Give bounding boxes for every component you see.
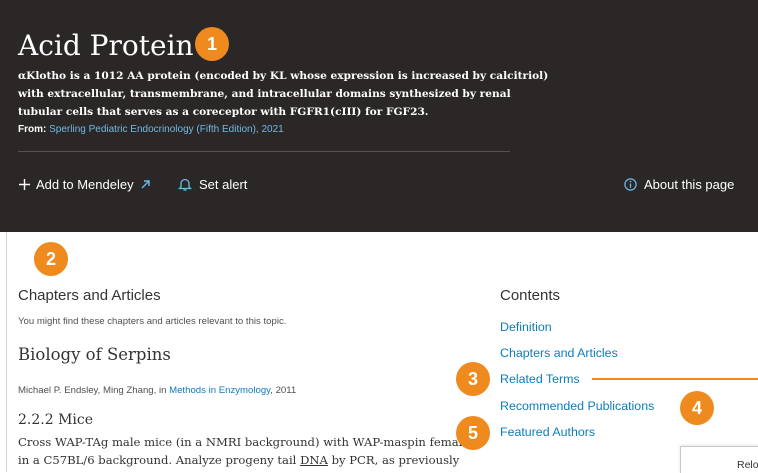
article-authors: Michael P. Endsley, Ming Zhang, in: [18, 385, 167, 396]
source-book-link[interactable]: Sperling Pediatric Endocrinology (Fifth …: [49, 124, 284, 135]
definition-line: tubular cells that serves as a corecepto…: [18, 106, 429, 118]
contents-link-chapters[interactable]: Chapters and Articles: [500, 346, 618, 360]
article-title-link[interactable]: Biology of Serpins: [18, 345, 171, 364]
about-this-page-button[interactable]: About this page: [624, 177, 734, 192]
definition-source: From: Sperling Pediatric Endocrinology (…: [18, 124, 284, 135]
section-heading: Chapters and Articles: [18, 287, 161, 304]
definition-line: αKlotho is a 1012 AA protein (encoded by…: [18, 70, 549, 82]
annotation-badge: 5: [456, 416, 490, 450]
excerpt-text: in a C57BL/6 background. Analyze progeny…: [18, 453, 297, 467]
excerpt-text: by PCR, as previously: [331, 453, 460, 467]
annotation-pointer-line: [592, 378, 758, 380]
add-to-mendeley-button[interactable]: Add to Mendeley: [18, 177, 151, 192]
article-source-link[interactable]: Methods in Enzymology: [169, 385, 270, 396]
topic-definition: αKlotho is a 1012 AA protein (encoded by…: [18, 67, 549, 121]
page-title: Acid Protein: [18, 29, 194, 62]
add-to-mendeley-label: Add to Mendeley: [36, 177, 134, 192]
definition-line: with extracellular, transmembrane, and i…: [18, 88, 511, 100]
floating-panel[interactable]: Relo: [680, 446, 758, 473]
annotation-badge: 2: [34, 242, 68, 276]
contents-link-definition[interactable]: Definition: [500, 320, 552, 334]
article-subsection-title: 2.2.2 Mice: [18, 412, 94, 428]
plus-icon: [19, 179, 30, 190]
set-alert-label: Set alert: [199, 177, 248, 192]
article-excerpt: Cross WAP-TAg male mice (in a NMRI backg…: [18, 433, 478, 469]
topic-header: Acid Protein αKlotho is a 1012 AA protei…: [0, 0, 758, 232]
annotation-badge: 4: [680, 391, 714, 425]
bell-icon: [178, 178, 192, 191]
article-byline: Michael P. Endsley, Ming Zhang, in Metho…: [18, 385, 296, 396]
contents-heading: Contents: [500, 287, 561, 304]
source-prefix: From:: [18, 124, 47, 135]
contents-link-related-terms[interactable]: Related Terms: [500, 372, 580, 386]
info-icon: [624, 178, 637, 191]
content-border: [6, 232, 7, 472]
floating-panel-label: Relo: [737, 459, 758, 471]
about-this-page-label: About this page: [644, 177, 735, 192]
header-divider: [18, 151, 510, 152]
set-alert-button[interactable]: Set alert: [178, 177, 247, 192]
annotation-badge: 3: [456, 362, 490, 396]
section-subtitle: You might find these chapters and articl…: [18, 316, 287, 327]
excerpt-line: in a C57BL/6 background. Analyze progeny…: [18, 451, 478, 469]
article-year: , 2011: [270, 385, 297, 396]
dna-term-link[interactable]: DNA: [300, 453, 328, 467]
external-link-icon: [141, 180, 150, 189]
excerpt-line: Cross WAP-TAg male mice (in a NMRI backg…: [18, 435, 478, 449]
contents-link-featured-authors[interactable]: Featured Authors: [500, 425, 595, 439]
annotation-badge: 1: [195, 27, 229, 61]
contents-link-recommended-publications[interactable]: Recommended Publications: [500, 399, 654, 413]
